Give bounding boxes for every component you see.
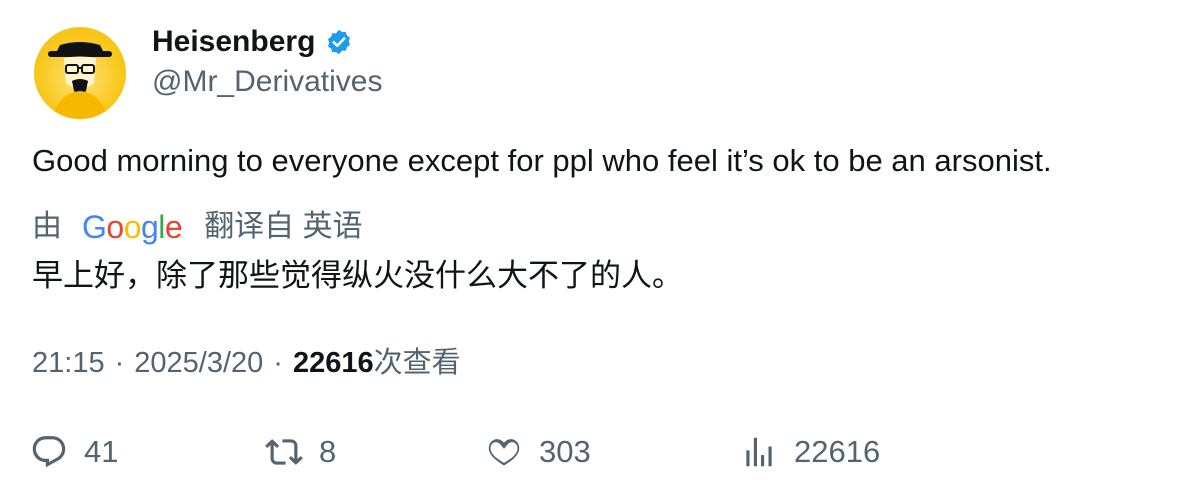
views-action-count: 22616	[794, 434, 881, 469]
google-logo-letter: e	[164, 209, 183, 245]
analytics-icon	[746, 437, 772, 467]
reply-count: 41	[84, 434, 119, 469]
author-name-text[interactable]: Heisenberg	[152, 24, 315, 60]
google-logo-letter: l	[158, 209, 165, 245]
tweet-date[interactable]: 2025/3/20	[134, 344, 263, 382]
views-count: 22616	[292, 347, 374, 379]
author-name[interactable]: Heisenberg	[152, 24, 353, 60]
verified-badge-icon	[325, 28, 353, 56]
translation-attribution[interactable]: 由 G o o g l e 翻译自 英语	[32, 208, 363, 246]
views-label: 次查看	[373, 347, 461, 379]
google-logo-letter: o	[123, 209, 142, 245]
reply-button[interactable]: 41	[30, 431, 118, 473]
translated-text: 早上好，除了那些觉得纵火没什么大不了的人。	[32, 258, 683, 293]
like-count: 303	[539, 434, 591, 469]
like-button[interactable]: 303	[485, 431, 591, 473]
reply-icon	[32, 436, 66, 468]
translation-prefix: 由	[32, 210, 62, 243]
author-handle[interactable]: @Mr_Derivatives	[152, 64, 383, 100]
meta-separator: ·	[273, 347, 283, 379]
retweet-count: 8	[319, 434, 337, 469]
tweet-meta: 21:15 · 2025/3/20 · 22616 次查看	[32, 344, 461, 382]
tweet-card: Heisenberg @Mr_Derivatives Good morning …	[0, 0, 1196, 498]
google-logo-letter: g	[140, 209, 159, 245]
translation-suffix: 翻译自 英语	[204, 210, 363, 243]
heisenberg-avatar-icon[interactable]	[34, 27, 126, 119]
google-logo-letter: o	[106, 209, 124, 245]
tweet-time[interactable]: 21:15	[32, 344, 105, 382]
retweet-button[interactable]: 8	[265, 431, 336, 473]
retweet-icon	[265, 439, 303, 465]
tweet-text: Good morning to everyone except for ppl …	[32, 143, 1052, 178]
google-logo: G o o g l e	[82, 208, 183, 246]
heart-icon	[488, 439, 520, 466]
google-logo-letter: G	[82, 209, 107, 245]
views-button[interactable]: 22616	[740, 431, 880, 473]
meta-separator: ·	[114, 347, 125, 379]
